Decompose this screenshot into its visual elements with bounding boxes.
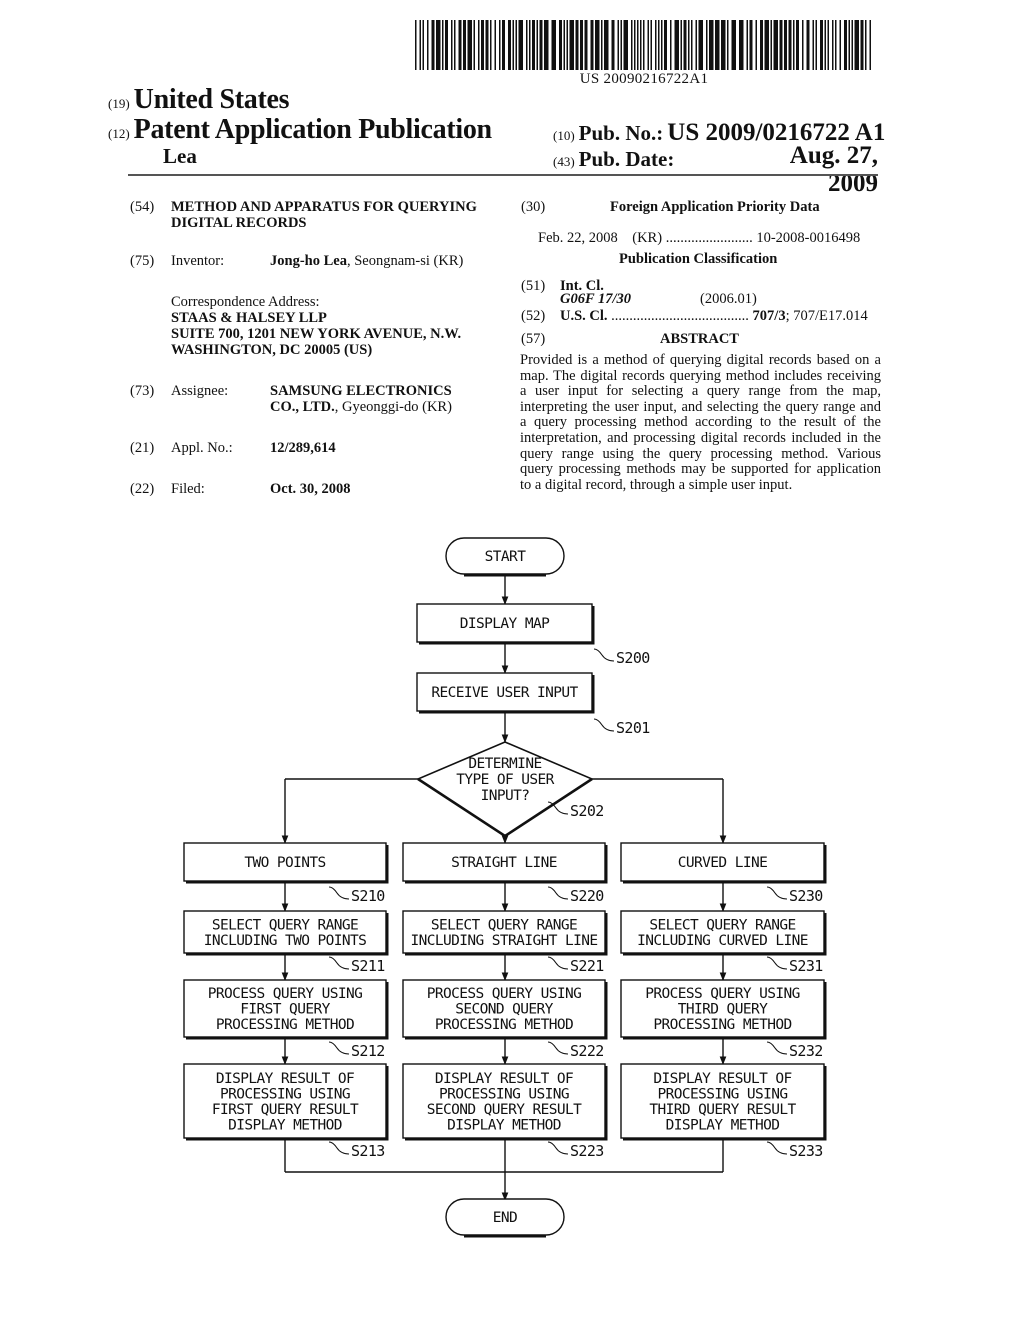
- step-label-leader: [766, 886, 788, 900]
- flow-node-text: SELECT QUERY RANGE: [431, 917, 577, 933]
- flow-node-text: DISPLAY METHOD: [447, 1117, 561, 1133]
- step-label: S201: [616, 719, 650, 737]
- flow-node-text: DISPLAY METHOD: [228, 1117, 342, 1133]
- step-label: S223: [570, 1142, 604, 1160]
- flow-node-text: PROCESSING METHOD: [653, 1017, 791, 1033]
- flow-node-text: SELECT QUERY RANGE: [212, 917, 358, 933]
- flow-node-text: PROCESSING USING: [439, 1086, 569, 1102]
- flow-node-text: THIRD QUERY: [678, 1002, 768, 1018]
- step-label-leader: [547, 956, 569, 970]
- flow-node-text: INCLUDING CURVED LINE: [637, 933, 808, 949]
- flow-node-text: TWO POINTS: [244, 855, 325, 871]
- flow-node-text: PROCESSING METHOD: [216, 1017, 354, 1033]
- step-label: S211: [351, 957, 385, 975]
- flow-node-text: DETERMINE: [468, 756, 541, 772]
- flow-node-text: INPUT?: [481, 788, 530, 804]
- step-label: S233: [789, 1142, 823, 1160]
- step-label-leader: [593, 648, 615, 662]
- flow-node-text: SECOND QUERY: [455, 1002, 553, 1018]
- step-label: S221: [570, 957, 604, 975]
- flow-node-text: DISPLAY MAP: [460, 616, 550, 632]
- flow-node-text: STRAIGHT LINE: [451, 855, 557, 871]
- step-label: S231: [789, 957, 823, 975]
- step-label-leader: [328, 886, 350, 900]
- flow-node-text: PROCESSING USING: [220, 1086, 350, 1102]
- step-label-leader: [328, 1141, 350, 1155]
- flow-node-text: PROCESSING METHOD: [435, 1017, 573, 1033]
- flow-node-text: DISPLAY METHOD: [666, 1117, 780, 1133]
- flow-node-text: SECOND QUERY RESULT: [427, 1102, 582, 1118]
- step-label: S232: [789, 1042, 823, 1060]
- step-label: S220: [570, 887, 604, 905]
- step-label: S213: [351, 1142, 385, 1160]
- flow-node-text: DISPLAY RESULT OF: [435, 1071, 573, 1087]
- step-label: S212: [351, 1042, 385, 1060]
- step-label-leader: [328, 1041, 350, 1055]
- flow-node-text: PROCESS QUERY USING: [645, 986, 799, 1002]
- flow-node-text: DISPLAY RESULT OF: [653, 1071, 791, 1087]
- step-label: S210: [351, 887, 385, 905]
- step-label-leader: [766, 1141, 788, 1155]
- step-label-leader: [547, 886, 569, 900]
- step-label-leader: [766, 956, 788, 970]
- end-terminal-text: END: [493, 1210, 517, 1226]
- flow-node-text: DISPLAY RESULT OF: [216, 1071, 354, 1087]
- step-label-leader: [593, 718, 615, 732]
- flow-node-text: INCLUDING STRAIGHT LINE: [411, 933, 598, 949]
- start-terminal-text: START: [485, 549, 527, 565]
- flow-node-text: PROCESS QUERY USING: [427, 986, 581, 1002]
- flow-node-text: FIRST QUERY RESULT: [212, 1102, 359, 1118]
- flow-node-text: FIRST QUERY: [240, 1002, 330, 1018]
- flowchart: START DISPLAY MAP S200 RECEIVE USER INPUT S2…: [183, 537, 827, 1238]
- flow-node-text: INCLUDING TWO POINTS: [204, 933, 367, 949]
- flow-node-text: PROCESSING USING: [657, 1086, 787, 1102]
- step-label-leader: [766, 1041, 788, 1055]
- flow-node-text: THIRD QUERY RESULT: [649, 1102, 796, 1118]
- flow-node-text: PROCESS QUERY USING: [208, 986, 362, 1002]
- flow-node-text: TYPE OF USER: [456, 772, 554, 788]
- step-label: S222: [570, 1042, 604, 1060]
- step-label: S230: [789, 887, 823, 905]
- flow-node-text: RECEIVE USER INPUT: [431, 685, 578, 701]
- step-label: S202: [570, 802, 604, 820]
- flow-node-text: SELECT QUERY RANGE: [649, 917, 795, 933]
- step-label-leader: [547, 1141, 569, 1155]
- flow-node-text: CURVED LINE: [678, 855, 767, 871]
- step-label-leader: [328, 956, 350, 970]
- step-label: S200: [616, 649, 650, 667]
- step-label-leader: [547, 1041, 569, 1055]
